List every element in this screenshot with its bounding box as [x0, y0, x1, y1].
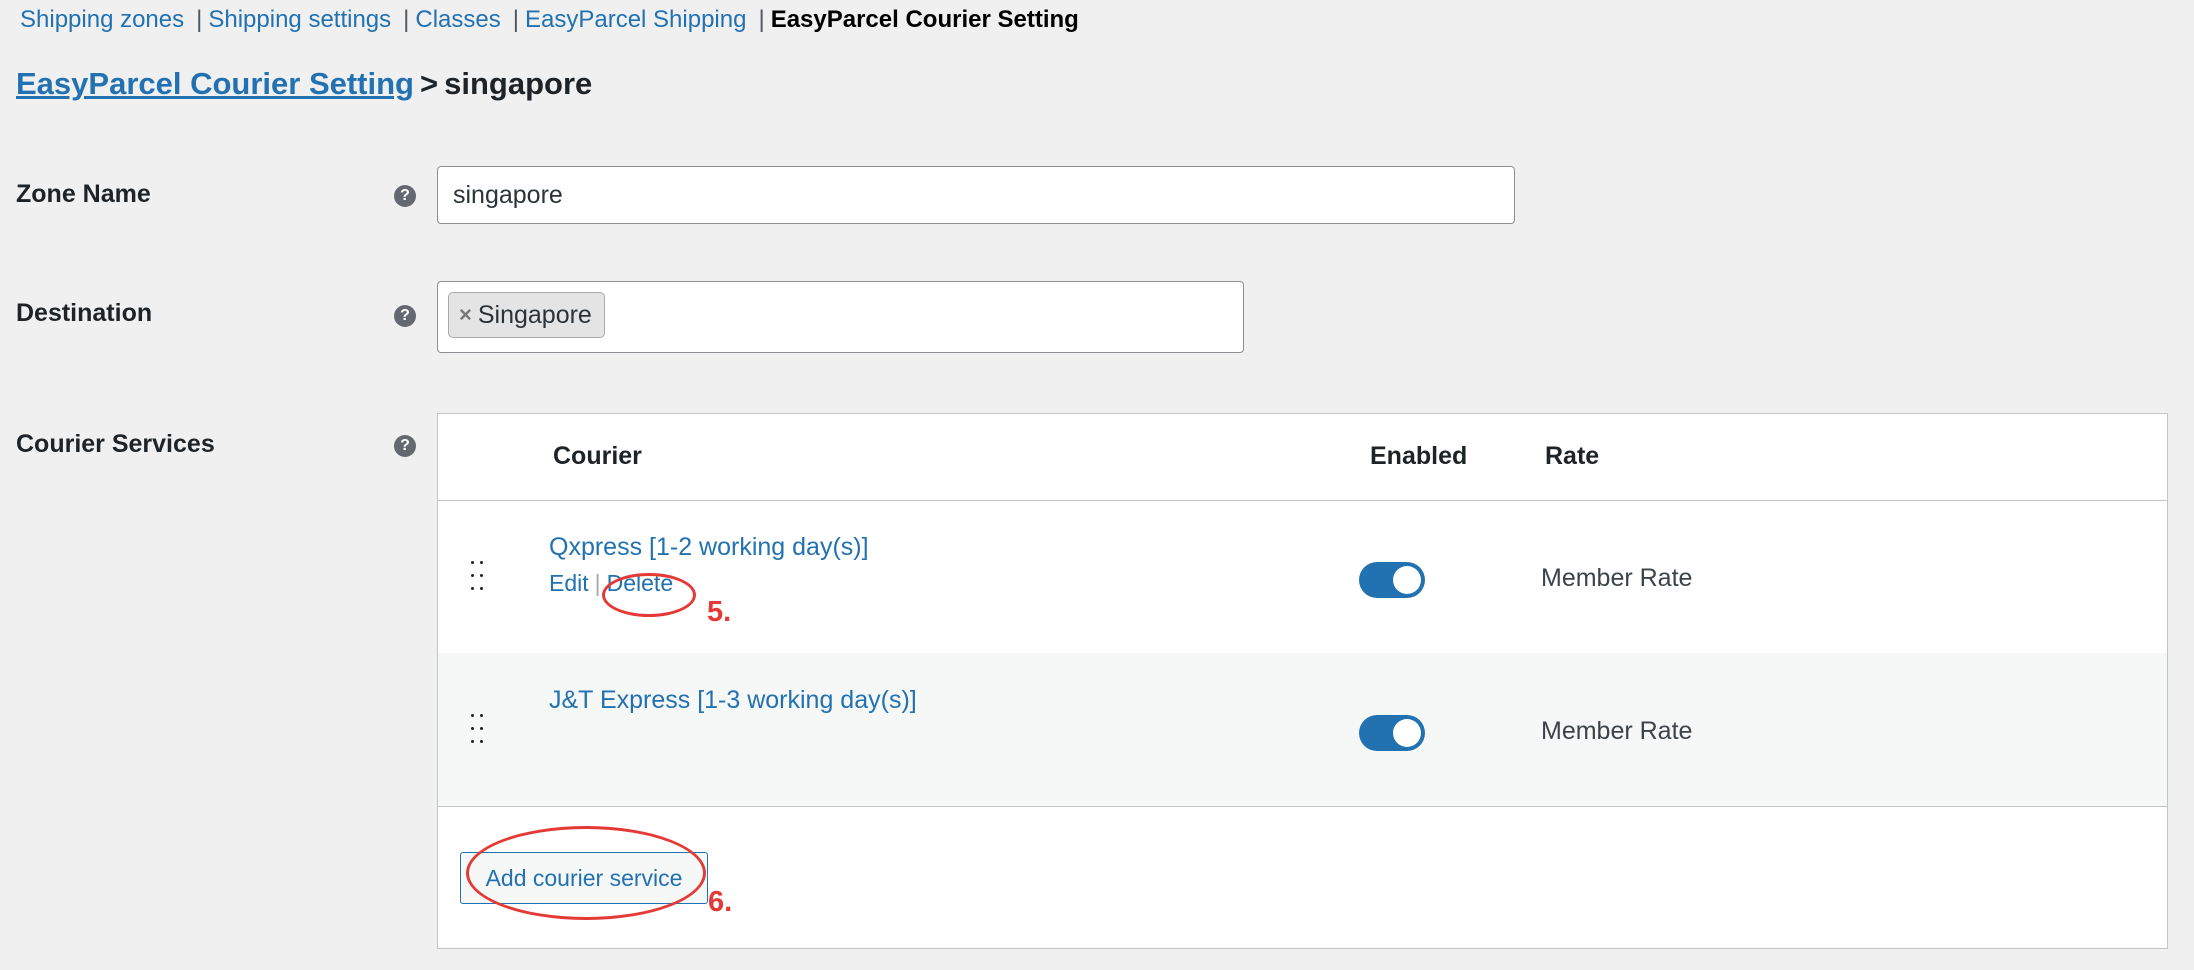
- zone-name-input[interactable]: [437, 166, 1515, 224]
- subsubsub-nav: Shipping zones | Shipping settings | Cla…: [20, 4, 1079, 36]
- courier-name-link[interactable]: Qxpress [1-2 working day(s)]: [549, 533, 869, 562]
- drag-handle-icon[interactable]: [471, 714, 485, 744]
- help-icon[interactable]: ?: [394, 435, 416, 457]
- page: Shipping zones | Shipping settings | Cla…: [0, 0, 2194, 970]
- annotation-step-6: 6.: [708, 886, 733, 918]
- zone-name-label: Zone Name: [16, 180, 151, 208]
- edit-link[interactable]: Edit: [549, 570, 589, 596]
- enabled-toggle[interactable]: [1359, 562, 1425, 598]
- help-icon[interactable]: ?: [394, 305, 416, 327]
- chip-label: Singapore: [477, 300, 592, 329]
- breadcrumb-link[interactable]: EasyParcel Courier Setting: [16, 66, 414, 101]
- courier-name-link[interactable]: J&T Express [1-3 working day(s)]: [549, 686, 917, 715]
- annotation-ellipse-add: [466, 826, 706, 920]
- annotation-ellipse-delete: [602, 573, 696, 617]
- nav-separator: |: [758, 6, 765, 33]
- destination-chip: × Singapore: [448, 292, 605, 338]
- table-row: Qxpress [1-2 working day(s)] Edit | Delete…: [438, 500, 2167, 653]
- nav-easyparcel-shipping[interactable]: EasyParcel Shipping: [525, 6, 746, 34]
- nav-shipping-zones[interactable]: Shipping zones: [20, 6, 184, 34]
- column-header-enabled: Enabled: [1370, 442, 1468, 470]
- action-separator: |: [594, 570, 601, 596]
- nav-shipping-settings[interactable]: Shipping settings: [208, 6, 391, 34]
- remove-chip-icon[interactable]: ×: [459, 302, 472, 328]
- breadcrumb-current: singapore: [444, 66, 593, 101]
- courier-services-label: Courier Services: [16, 430, 215, 458]
- rate-value: Member Rate: [1541, 564, 1693, 592]
- table-row: J&T Express [1-3 working day(s)] Member …: [438, 653, 2167, 806]
- drag-handle-icon[interactable]: [471, 561, 485, 591]
- nav-easyparcel-courier-setting: EasyParcel Courier Setting: [770, 6, 1079, 33]
- nav-separator: |: [196, 6, 203, 33]
- page-title: EasyParcel Courier Setting > singapore: [16, 66, 592, 102]
- destination-label: Destination: [16, 299, 153, 327]
- enabled-toggle[interactable]: [1359, 715, 1425, 751]
- help-icon[interactable]: ?: [394, 185, 416, 207]
- table-header: Courier Enabled Rate: [438, 414, 2167, 501]
- nav-separator: |: [512, 6, 519, 33]
- toggle-knob: [1393, 719, 1421, 747]
- column-header-courier: Courier: [553, 442, 642, 470]
- toggle-knob: [1393, 566, 1421, 594]
- nav-classes[interactable]: Classes: [415, 6, 500, 34]
- breadcrumb-separator: >: [420, 66, 439, 101]
- nav-separator: |: [403, 6, 410, 33]
- column-header-rate: Rate: [1545, 442, 1600, 470]
- annotation-step-5: 5.: [707, 596, 732, 628]
- rate-value: Member Rate: [1541, 717, 1693, 745]
- destination-select[interactable]: × Singapore: [437, 281, 1244, 353]
